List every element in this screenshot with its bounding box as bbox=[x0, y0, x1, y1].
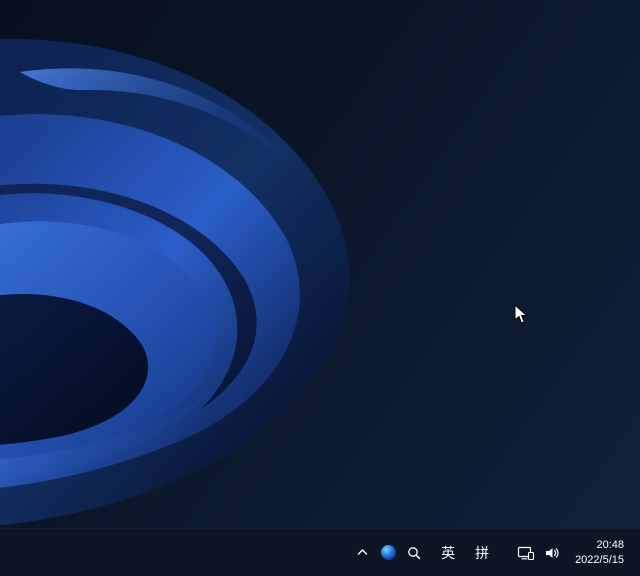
clock-time: 20:48 bbox=[596, 538, 624, 553]
ime-pinyin-label: 拼 bbox=[469, 546, 495, 560]
display-tray-button[interactable] bbox=[514, 533, 538, 573]
system-tray: 英 拼 bbox=[349, 529, 632, 576]
clock-date: 2022/5/15 bbox=[575, 553, 624, 568]
ime-english-label: 英 bbox=[435, 546, 461, 560]
ime-english-button[interactable]: 英 bbox=[432, 533, 464, 573]
hardware-indicators bbox=[513, 533, 565, 573]
ime-pinyin-button[interactable]: 拼 bbox=[466, 533, 498, 573]
ime-group: 英 拼 bbox=[431, 533, 499, 573]
magnifier-icon bbox=[406, 545, 422, 561]
show-hidden-icons-button[interactable] bbox=[350, 533, 374, 573]
volume-tray-button[interactable] bbox=[540, 533, 564, 573]
wallpaper-bloom-graphic bbox=[0, 0, 640, 528]
magnifier-tray-button[interactable] bbox=[402, 533, 426, 573]
volume-icon bbox=[544, 545, 561, 561]
chevron-up-icon bbox=[356, 546, 369, 559]
clock-date-button[interactable]: 20:48 2022/5/15 bbox=[565, 533, 632, 573]
tray-app-button[interactable] bbox=[376, 533, 400, 573]
display-tray-icon bbox=[517, 545, 535, 561]
taskbar: 英 拼 bbox=[0, 528, 640, 576]
colored-round-tray-icon bbox=[381, 545, 396, 560]
desktop-wallpaper bbox=[0, 0, 640, 528]
